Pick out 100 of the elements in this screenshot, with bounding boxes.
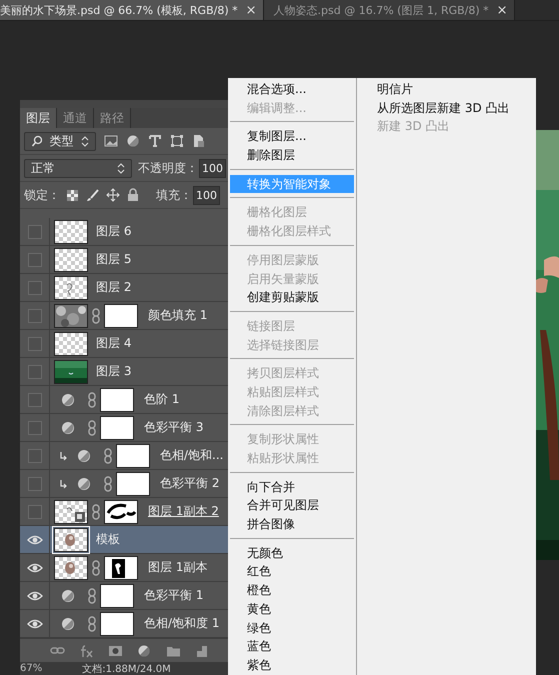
- layer-name: 图层 4: [96, 335, 132, 352]
- fill-label: 填充：: [156, 186, 192, 204]
- menu-item[interactable]: 从所选图层新建 3D 凸出: [377, 98, 510, 118]
- visibility-checkbox[interactable]: [28, 392, 42, 406]
- brush-icon[interactable]: [85, 188, 99, 202]
- document-tab[interactable]: 人物姿态.psd @ 16.7% (图层 1, RGB/8) * ×: [264, 0, 515, 20]
- shape-icon[interactable]: [170, 134, 184, 148]
- layer-row[interactable]: 模板: [20, 526, 228, 554]
- visibility-checkbox[interactable]: [28, 224, 42, 238]
- eye-icon[interactable]: [26, 562, 42, 574]
- menu-item[interactable]: 复制图层...: [230, 127, 354, 146]
- layer-row[interactable]: 颜色填充 1: [20, 302, 228, 330]
- chain-icon: [104, 448, 112, 464]
- panel-tab[interactable]: 路径: [94, 108, 131, 128]
- menu-item[interactable]: 无颜色: [230, 544, 354, 562]
- opacity-field[interactable]: 100: [199, 158, 226, 178]
- visibility-checkbox[interactable]: [28, 364, 42, 378]
- filter-dropdown[interactable]: 类型: [24, 132, 96, 150]
- layer-row[interactable]: 图层 2: [20, 274, 228, 302]
- search-icon: [31, 135, 42, 147]
- menu-item[interactable]: 向下合并: [230, 478, 354, 496]
- adjustment-icon: [61, 392, 75, 406]
- layer-thumbnail: [54, 360, 88, 384]
- layer-thumbnail: [54, 528, 88, 552]
- adjustment-icon[interactable]: [126, 134, 140, 148]
- layer-row[interactable]: 色相/饱和...: [20, 442, 228, 470]
- fill-field[interactable]: 100: [193, 186, 220, 204]
- visibility-checkbox[interactable]: [28, 252, 42, 266]
- lock-icon[interactable]: [127, 188, 139, 202]
- layer-name: 色彩平衡 1: [144, 587, 204, 604]
- layer-mask-thumbnail: [104, 500, 138, 524]
- visibility-checkbox[interactable]: [28, 448, 42, 462]
- layer-row[interactable]: 色彩平衡 3: [20, 414, 228, 442]
- chain-icon: [88, 392, 96, 408]
- menu-item[interactable]: 蓝色: [230, 637, 354, 656]
- visibility-checkbox[interactable]: [28, 336, 42, 350]
- image-icon[interactable]: [104, 134, 118, 148]
- layer-row[interactable]: 图层 5: [20, 246, 228, 274]
- layer-name: 图层 5: [96, 251, 132, 268]
- menu-item[interactable]: 拼合图像: [230, 515, 354, 534]
- adjustment-icon: [61, 616, 75, 630]
- menu-item[interactable]: 红色: [230, 562, 354, 582]
- zoom-level: 67%: [20, 663, 42, 674]
- close-icon[interactable]: ×: [496, 2, 508, 18]
- menu-item[interactable]: 明信片: [377, 80, 510, 99]
- eye-icon[interactable]: [26, 590, 42, 602]
- smart-object-icon[interactable]: [192, 134, 206, 148]
- layer-row[interactable]: 色彩平衡 2: [20, 470, 228, 498]
- layer-mask-thumbnail: [116, 472, 150, 496]
- layer-name: 色彩平衡 3: [144, 419, 204, 436]
- panel-tab[interactable]: 通道: [57, 108, 94, 128]
- visibility-checkbox[interactable]: [28, 420, 42, 434]
- layer-mask-thumbnail: [100, 612, 134, 636]
- layer-row[interactable]: 图层 6: [20, 218, 228, 246]
- new-layer-icon[interactable]: [195, 644, 210, 658]
- eye-icon[interactable]: [26, 534, 42, 546]
- menu-item[interactable]: 创建剪贴蒙版: [230, 288, 354, 307]
- layer-thumbnail: [54, 556, 88, 580]
- visibility-checkbox[interactable]: [28, 280, 42, 294]
- layer-row[interactable]: 图层 1副本: [20, 554, 228, 582]
- menu-item[interactable]: 橙色: [230, 581, 354, 600]
- visibility-checkbox[interactable]: [28, 308, 42, 322]
- layer-row[interactable]: 色阶 1: [20, 386, 228, 414]
- menu-item[interactable]: 混合选项...: [230, 80, 354, 99]
- close-icon[interactable]: ×: [246, 2, 257, 18]
- adjustment-icon[interactable]: [137, 644, 152, 658]
- menu-item[interactable]: 合并可见图层: [230, 496, 354, 516]
- menu-item[interactable]: 删除图层: [230, 146, 354, 165]
- document-size: 文档:1.88M/24.0M: [82, 662, 171, 675]
- chain-icon: [104, 476, 112, 492]
- layer-thumbnail: [54, 332, 88, 356]
- layer-row[interactable]: 图层 1副本 2: [20, 498, 228, 526]
- layer-mask-thumbnail: [100, 416, 134, 440]
- layer-row[interactable]: 图层 3: [20, 358, 228, 386]
- chain-icon: [88, 588, 96, 604]
- panel-tab[interactable]: 图层: [20, 108, 57, 128]
- menu-item[interactable]: 紫色: [230, 656, 354, 675]
- visibility-checkbox[interactable]: [28, 476, 42, 490]
- layer-row[interactable]: 色相/饱和度 1: [20, 610, 228, 638]
- mask-icon[interactable]: [108, 644, 123, 658]
- layer-name: 色相/饱和度 1: [144, 615, 220, 632]
- menu-item[interactable]: 黄色: [230, 600, 354, 618]
- document-tab[interactable]: 美丽的水下场景.psd @ 66.7% (模板, RGB/8) * ×: [0, 0, 264, 20]
- type-icon[interactable]: [148, 134, 162, 148]
- layer-name: 图层 2: [96, 279, 132, 296]
- lock-transparency-icon[interactable]: [67, 190, 78, 200]
- layer-row[interactable]: 色彩平衡 1: [20, 582, 228, 610]
- move-icon[interactable]: [106, 188, 120, 202]
- clip-arrow-icon: [58, 450, 68, 460]
- fx-icon[interactable]: [79, 644, 94, 658]
- layer-mask-thumbnail: [116, 444, 150, 468]
- eye-icon[interactable]: [26, 618, 42, 630]
- layer-name: 颜色填充 1: [148, 307, 208, 324]
- blend-mode-dropdown[interactable]: 正常: [24, 158, 132, 178]
- layer-mask-thumbnail: [104, 556, 138, 580]
- menu-item[interactable]: 绿色: [230, 618, 354, 638]
- stepper-icon: [117, 162, 125, 174]
- visibility-checkbox[interactable]: [28, 504, 42, 518]
- layer-thumbnail: [54, 304, 88, 328]
- layer-row[interactable]: 图层 4: [20, 330, 228, 358]
